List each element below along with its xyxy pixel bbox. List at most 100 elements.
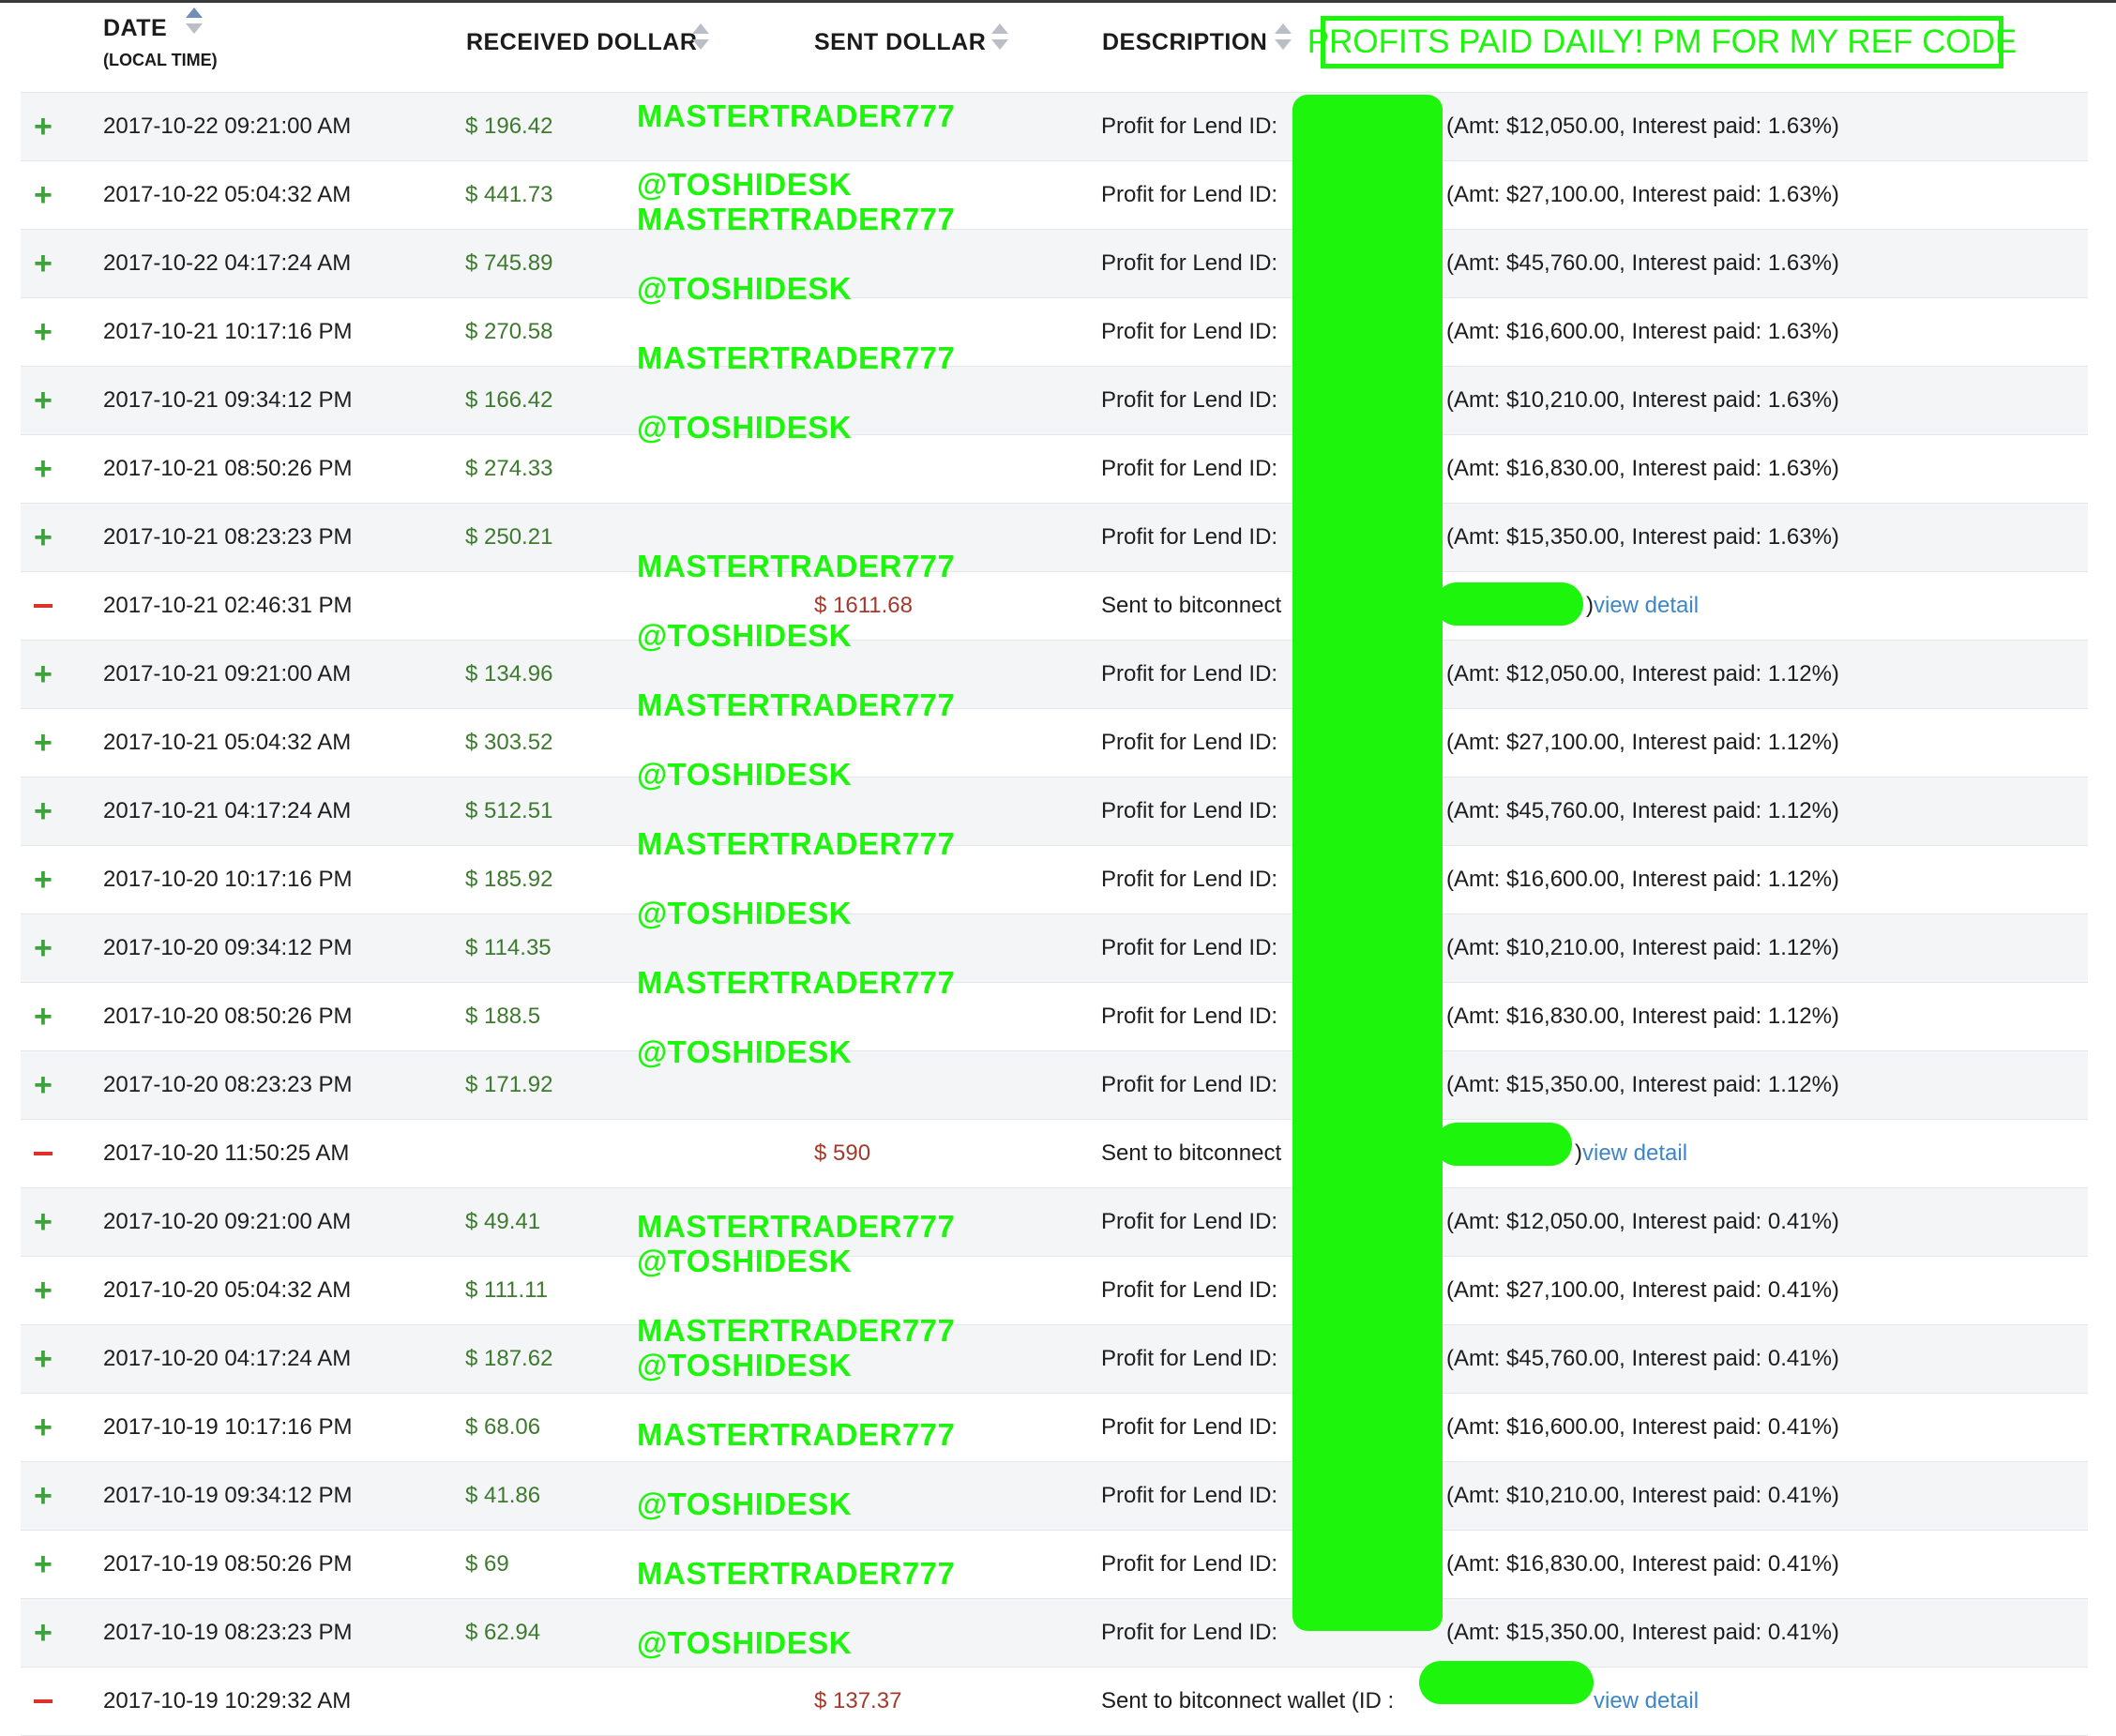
plus-icon[interactable]: + xyxy=(34,641,58,708)
date-cell: 2017-10-20 04:17:24 AM xyxy=(103,1346,352,1371)
plus-icon[interactable]: + xyxy=(34,1462,58,1530)
table-row: +2017-10-21 09:34:12 PM $ 166.42 Profit fo… xyxy=(21,366,2088,434)
view-detail-link[interactable]: view detail xyxy=(1594,1668,1699,1735)
lend-details: (Amt: $16,600.00, Interest paid: 1.63%) xyxy=(1446,319,1839,344)
table-row: +2017-10-20 09:21:00 AM $ 49.41 Profit for… xyxy=(21,1187,2088,1256)
plus-icon[interactable]: + xyxy=(34,983,58,1050)
table-row: +2017-10-19 10:17:16 PM $ 68.06 Profit for… xyxy=(21,1393,2088,1461)
lend-details: (Amt: $10,210.00, Interest paid: 1.63%) xyxy=(1446,387,1839,413)
view-detail-link[interactable]: view detail xyxy=(1594,572,1699,640)
plus-icon[interactable]: + xyxy=(34,1325,58,1393)
watermark-text: @TOSHIDESK xyxy=(637,1244,853,1278)
sent-amount: $ 590 xyxy=(814,1140,871,1166)
plus-icon[interactable]: + xyxy=(34,367,58,434)
watermark-text: MASTERTRADER777 xyxy=(637,549,956,583)
sort-sent-icon[interactable] xyxy=(990,22,1010,57)
watermark-text: @TOSHIDESK xyxy=(637,271,853,306)
received-amount: $ 250.21 xyxy=(465,524,553,550)
table-row: +2017-10-21 04:17:24 AM $ 512.51 Profit fo… xyxy=(21,777,2088,845)
plus-icon[interactable]: + xyxy=(34,1599,58,1667)
header-received[interactable]: RECEIVED DOLLAR xyxy=(466,29,697,56)
watermark-text: @TOSHIDESK xyxy=(637,410,853,445)
description-text: Sent to bitconnect xyxy=(1101,1140,1282,1166)
plus-icon[interactable]: + xyxy=(34,1531,58,1598)
table-row: +2017-10-20 08:50:26 PM $ 188.5 Profit for… xyxy=(21,982,2088,1050)
plus-icon[interactable]: + xyxy=(34,846,58,913)
lend-details: (Amt: $10,210.00, Interest paid: 1.12%) xyxy=(1446,935,1839,960)
watermark-text: @TOSHIDESK xyxy=(637,618,853,653)
description-text: Profit for Lend ID: xyxy=(1101,1346,1278,1371)
plus-icon[interactable]: + xyxy=(34,1394,58,1461)
table-row: +2017-10-21 09:21:00 AM $ 134.96 Profit fo… xyxy=(21,640,2088,708)
date-cell: 2017-10-21 08:50:26 PM xyxy=(103,456,353,481)
sort-date-icon[interactable] xyxy=(184,6,204,41)
plus-icon[interactable]: + xyxy=(34,435,58,503)
transaction-table: +2017-10-22 09:21:00 AM $ 196.42 Profit fo… xyxy=(21,92,2088,1736)
lend-details: (Amt: $12,050.00, Interest paid: 1.63%) xyxy=(1446,113,1839,139)
description-text: Profit for Lend ID: xyxy=(1101,182,1278,207)
received-amount: $ 62.94 xyxy=(465,1620,541,1645)
description-text: Profit for Lend ID: xyxy=(1101,730,1278,755)
watermark-text: MASTERTRADER777 xyxy=(637,1313,956,1348)
plus-icon[interactable]: + xyxy=(34,93,58,160)
table-row: +2017-10-22 05:04:32 AM $ 441.73 Profit fo… xyxy=(21,160,2088,229)
plus-icon[interactable]: + xyxy=(34,1051,58,1119)
table-row: +2017-10-20 05:04:32 AM $ 111.11 Profit fo… xyxy=(21,1256,2088,1324)
received-amount: $ 185.92 xyxy=(465,867,553,892)
received-amount: $ 187.62 xyxy=(465,1346,553,1371)
header-sent[interactable]: SENT DOLLAR xyxy=(814,29,986,56)
watermark-text: @TOSHIDESK xyxy=(637,896,853,930)
received-amount: $ 171.92 xyxy=(465,1072,553,1097)
received-amount: $ 274.33 xyxy=(465,456,553,481)
plus-icon[interactable]: + xyxy=(34,709,58,777)
plus-icon[interactable]: + xyxy=(34,1257,58,1324)
sort-received-icon[interactable] xyxy=(690,22,711,57)
view-detail-link[interactable]: view detail xyxy=(1582,1120,1687,1187)
date-cell: 2017-10-21 10:17:16 PM xyxy=(103,319,353,344)
received-amount: $ 441.73 xyxy=(465,182,553,207)
watermark-text: @TOSHIDESK xyxy=(637,167,853,202)
watermark-text: MASTERTRADER777 xyxy=(637,1209,956,1244)
redaction-pill xyxy=(1419,1661,1594,1704)
plus-icon[interactable]: + xyxy=(34,1188,58,1256)
description-text: Profit for Lend ID: xyxy=(1101,113,1278,139)
plus-icon[interactable]: + xyxy=(34,914,58,982)
date-cell: 2017-10-20 08:23:23 PM xyxy=(103,1072,353,1097)
watermark-text: @TOSHIDESK xyxy=(637,1034,853,1069)
header-date-sub: (LOCAL TIME) xyxy=(103,51,218,69)
plus-icon[interactable]: + xyxy=(34,298,58,366)
plus-icon[interactable]: + xyxy=(34,777,58,845)
date-cell: 2017-10-19 09:34:12 PM xyxy=(103,1483,353,1508)
lend-details: (Amt: $16,600.00, Interest paid: 0.41%) xyxy=(1446,1414,1839,1440)
watermark-text: @TOSHIDESK xyxy=(637,1348,853,1382)
watermark-text: MASTERTRADER777 xyxy=(637,826,956,861)
lend-details: (Amt: $27,100.00, Interest paid: 0.41%) xyxy=(1446,1277,1839,1303)
table-row: +2017-10-19 09:34:12 PM $ 41.86 Profit for… xyxy=(21,1461,2088,1530)
description-text: Profit for Lend ID: xyxy=(1101,319,1278,344)
plus-icon[interactable]: + xyxy=(34,230,58,297)
lend-details: (Amt: $12,050.00, Interest paid: 1.12%) xyxy=(1446,661,1839,687)
watermark-text: MASTERTRADER777 xyxy=(637,1417,956,1452)
plus-icon[interactable]: + xyxy=(34,504,58,571)
received-amount: $ 134.96 xyxy=(465,661,553,687)
lend-details: (Amt: $16,830.00, Interest paid: 1.12%) xyxy=(1446,1004,1839,1029)
lend-details: (Amt: $45,760.00, Interest paid: 1.12%) xyxy=(1446,798,1839,823)
date-cell: 2017-10-21 08:23:23 PM xyxy=(103,524,353,550)
table-row: +2017-10-21 10:17:16 PM $ 270.58 Profit fo… xyxy=(21,297,2088,366)
date-cell: 2017-10-21 04:17:24 AM xyxy=(103,798,352,823)
lend-details: (Amt: $15,350.00, Interest paid: 1.63%) xyxy=(1446,524,1839,550)
lend-details: (Amt: $15,350.00, Interest paid: 0.41%) xyxy=(1446,1620,1839,1645)
header-date[interactable]: DATE xyxy=(103,15,167,42)
header-description[interactable]: DESCRIPTION xyxy=(1102,29,1267,56)
description-close-paren: ) xyxy=(1586,593,1594,618)
sort-description-icon[interactable] xyxy=(1273,22,1293,57)
date-cell: 2017-10-19 08:50:26 PM xyxy=(103,1551,353,1577)
description-text: Profit for Lend ID: xyxy=(1101,935,1278,960)
plus-icon[interactable]: + xyxy=(34,161,58,229)
date-cell: 2017-10-21 02:46:31 PM xyxy=(103,593,353,618)
description-text: Profit for Lend ID: xyxy=(1101,1551,1278,1577)
date-cell: 2017-10-22 09:21:00 AM xyxy=(103,113,352,139)
description-text: Profit for Lend ID: xyxy=(1101,1414,1278,1440)
description-text: Profit for Lend ID: xyxy=(1101,798,1278,823)
table-row: +2017-10-20 09:34:12 PM $ 114.35 Profit fo… xyxy=(21,913,2088,982)
